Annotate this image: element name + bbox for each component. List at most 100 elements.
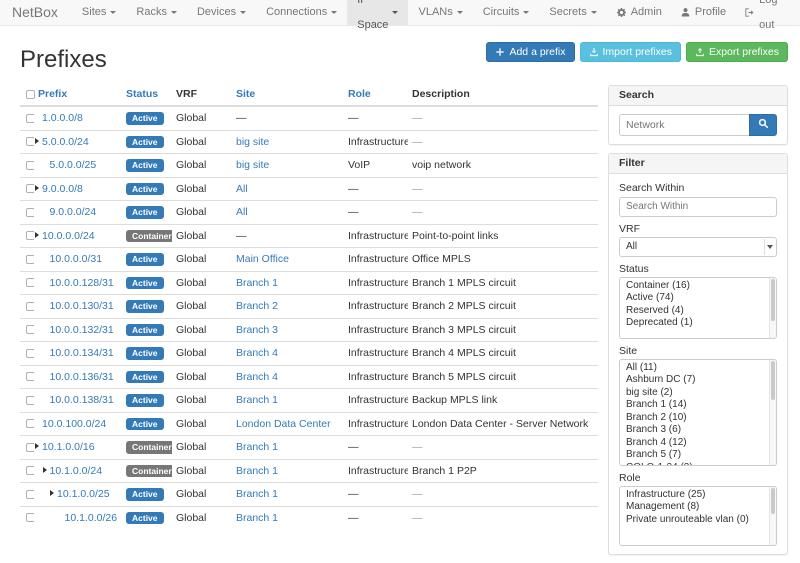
nav-item-devices[interactable]: Devices	[187, 0, 256, 25]
row-checkbox[interactable]	[26, 325, 34, 334]
prefix-link[interactable]: 10.0.0.128/31	[50, 277, 114, 289]
site-link[interactable]: Branch 4	[236, 347, 278, 359]
select-all-checkbox[interactable]	[26, 90, 35, 99]
row-checkbox[interactable]	[26, 396, 34, 405]
site-link[interactable]: Branch 1	[236, 277, 278, 289]
site-link[interactable]: Main Office	[236, 253, 289, 265]
listbox-option[interactable]: Reserved (4)	[620, 305, 776, 318]
prefix-link[interactable]: 10.1.0.0/25	[57, 488, 110, 500]
nav-item-circuits[interactable]: Circuits	[473, 0, 540, 25]
prefix-link[interactable]: 10.1.0.0/16	[42, 441, 95, 453]
row-checkbox[interactable]	[26, 490, 34, 499]
prefix-link[interactable]: 10.0.0.132/31	[50, 324, 114, 336]
site-link[interactable]: All	[236, 206, 248, 218]
nav-item-log-out[interactable]: Log out	[735, 0, 800, 25]
prefix-link[interactable]: 10.0.0.130/31	[50, 300, 114, 312]
listbox-option[interactable]: Management (8)	[620, 501, 776, 514]
expand-caret-icon[interactable]	[43, 467, 50, 473]
row-checkbox[interactable]	[26, 278, 34, 287]
site-link[interactable]: Branch 3	[236, 324, 278, 336]
scrollbar[interactable]	[769, 278, 776, 338]
prefix-link[interactable]: 10.0.0.0/31	[50, 253, 103, 265]
listbox-option[interactable]: Container (16)	[620, 280, 776, 293]
prefix-link[interactable]: 10.0.0.134/31	[50, 347, 114, 359]
listbox-option[interactable]: Branch 1 (14)	[620, 399, 776, 412]
listbox-option[interactable]: Ashburn DC (7)	[620, 374, 776, 387]
listbox-option[interactable]: All (11)	[620, 362, 776, 375]
scrollbar-thumb[interactable]	[771, 279, 775, 321]
expand-caret-icon[interactable]	[35, 185, 42, 191]
nav-item-vlans[interactable]: VLANs	[408, 0, 472, 25]
filter-select-vrf[interactable]: All	[619, 237, 777, 257]
prefix-link[interactable]: 5.0.0.0/24	[42, 136, 89, 148]
prefix-link[interactable]: 10.1.0.0/26	[65, 512, 118, 524]
nav-item-racks[interactable]: Racks	[126, 0, 187, 25]
nav-item-secrets[interactable]: Secrets	[539, 0, 606, 25]
row-checkbox[interactable]	[26, 161, 34, 170]
row-checkbox[interactable]	[26, 466, 34, 475]
site-link[interactable]: Branch 1	[236, 394, 278, 406]
site-link[interactable]: Branch 1	[236, 512, 278, 524]
scrollbar-thumb[interactable]	[771, 361, 775, 401]
row-checkbox[interactable]	[26, 184, 34, 193]
row-checkbox[interactable]	[26, 513, 34, 522]
column-header-prefix[interactable]: Prefix	[34, 83, 122, 106]
expand-caret-icon[interactable]	[50, 490, 57, 496]
site-link[interactable]: Branch 1	[236, 441, 278, 453]
filter-input-search-within[interactable]	[619, 197, 777, 217]
site-link[interactable]: big site	[236, 136, 269, 148]
row-checkbox[interactable]	[26, 255, 34, 264]
row-checkbox[interactable]	[26, 231, 34, 240]
row-checkbox[interactable]	[26, 114, 34, 123]
nav-item-profile[interactable]: Profile	[671, 0, 735, 25]
search-input[interactable]	[619, 114, 749, 136]
nav-item-connections[interactable]: Connections	[256, 0, 347, 25]
listbox-option[interactable]: Branch 3 (6)	[620, 424, 776, 437]
listbox-option[interactable]: Deprecated (1)	[620, 317, 776, 330]
prefix-link[interactable]: 10.0.0.0/24	[42, 230, 95, 242]
prefix-link[interactable]: 1.0.0.0/8	[42, 112, 83, 124]
column-header-site[interactable]: Site	[232, 83, 344, 106]
prefix-link[interactable]: 10.0.0.138/31	[50, 394, 114, 406]
prefix-link[interactable]: 10.1.0.0/24	[50, 465, 103, 477]
nav-item-admin[interactable]: Admin	[607, 0, 671, 25]
prefix-link[interactable]: 9.0.0.0/24	[50, 206, 97, 218]
site-link[interactable]: Branch 2	[236, 300, 278, 312]
site-link[interactable]: Branch 1	[236, 488, 278, 500]
app-brand[interactable]: NetBox	[0, 0, 72, 25]
prefix-link[interactable]: 10.0.0.136/31	[50, 371, 114, 383]
listbox-option[interactable]: COLO-1-24 (3)	[620, 462, 776, 466]
nav-item-sites[interactable]: Sites	[72, 0, 126, 25]
site-link[interactable]: London Data Center	[236, 418, 331, 430]
row-checkbox[interactable]	[26, 302, 34, 311]
row-checkbox[interactable]	[26, 349, 34, 358]
prefix-link[interactable]: 5.0.0.0/25	[50, 159, 97, 171]
export-prefixes-button[interactable]: Export prefixes	[686, 42, 788, 62]
scrollbar[interactable]	[769, 487, 776, 545]
column-header-role[interactable]: Role	[344, 83, 408, 106]
listbox-option[interactable]: Branch 4 (12)	[620, 437, 776, 450]
search-button[interactable]	[749, 114, 777, 136]
site-link[interactable]: All	[236, 183, 248, 195]
listbox-option[interactable]: Infrastructure (25)	[620, 489, 776, 502]
import-prefixes-button[interactable]: Import prefixes	[580, 42, 681, 62]
site-link[interactable]: Branch 4	[236, 371, 278, 383]
row-checkbox[interactable]	[26, 372, 34, 381]
prefix-link[interactable]: 9.0.0.0/8	[42, 183, 83, 195]
expand-caret-icon[interactable]	[35, 232, 42, 238]
scrollbar-thumb[interactable]	[771, 488, 775, 514]
row-checkbox[interactable]	[26, 419, 34, 428]
listbox-option[interactable]: big site (2)	[620, 387, 776, 400]
listbox-option[interactable]: Branch 5 (7)	[620, 449, 776, 462]
listbox-option[interactable]: Branch 2 (10)	[620, 412, 776, 425]
listbox-option[interactable]: Private unrouteable vlan (0)	[620, 514, 776, 527]
add-a-prefix-button[interactable]: Add a prefix	[486, 42, 574, 62]
expand-caret-icon[interactable]	[35, 138, 42, 144]
row-checkbox[interactable]	[26, 443, 34, 452]
prefix-link[interactable]: 10.0.100.0/24	[42, 418, 106, 430]
expand-caret-icon[interactable]	[35, 443, 42, 449]
row-checkbox[interactable]	[26, 208, 34, 217]
scrollbar[interactable]	[769, 360, 776, 465]
column-header-status[interactable]: Status	[122, 83, 172, 106]
listbox-option[interactable]: Active (74)	[620, 292, 776, 305]
